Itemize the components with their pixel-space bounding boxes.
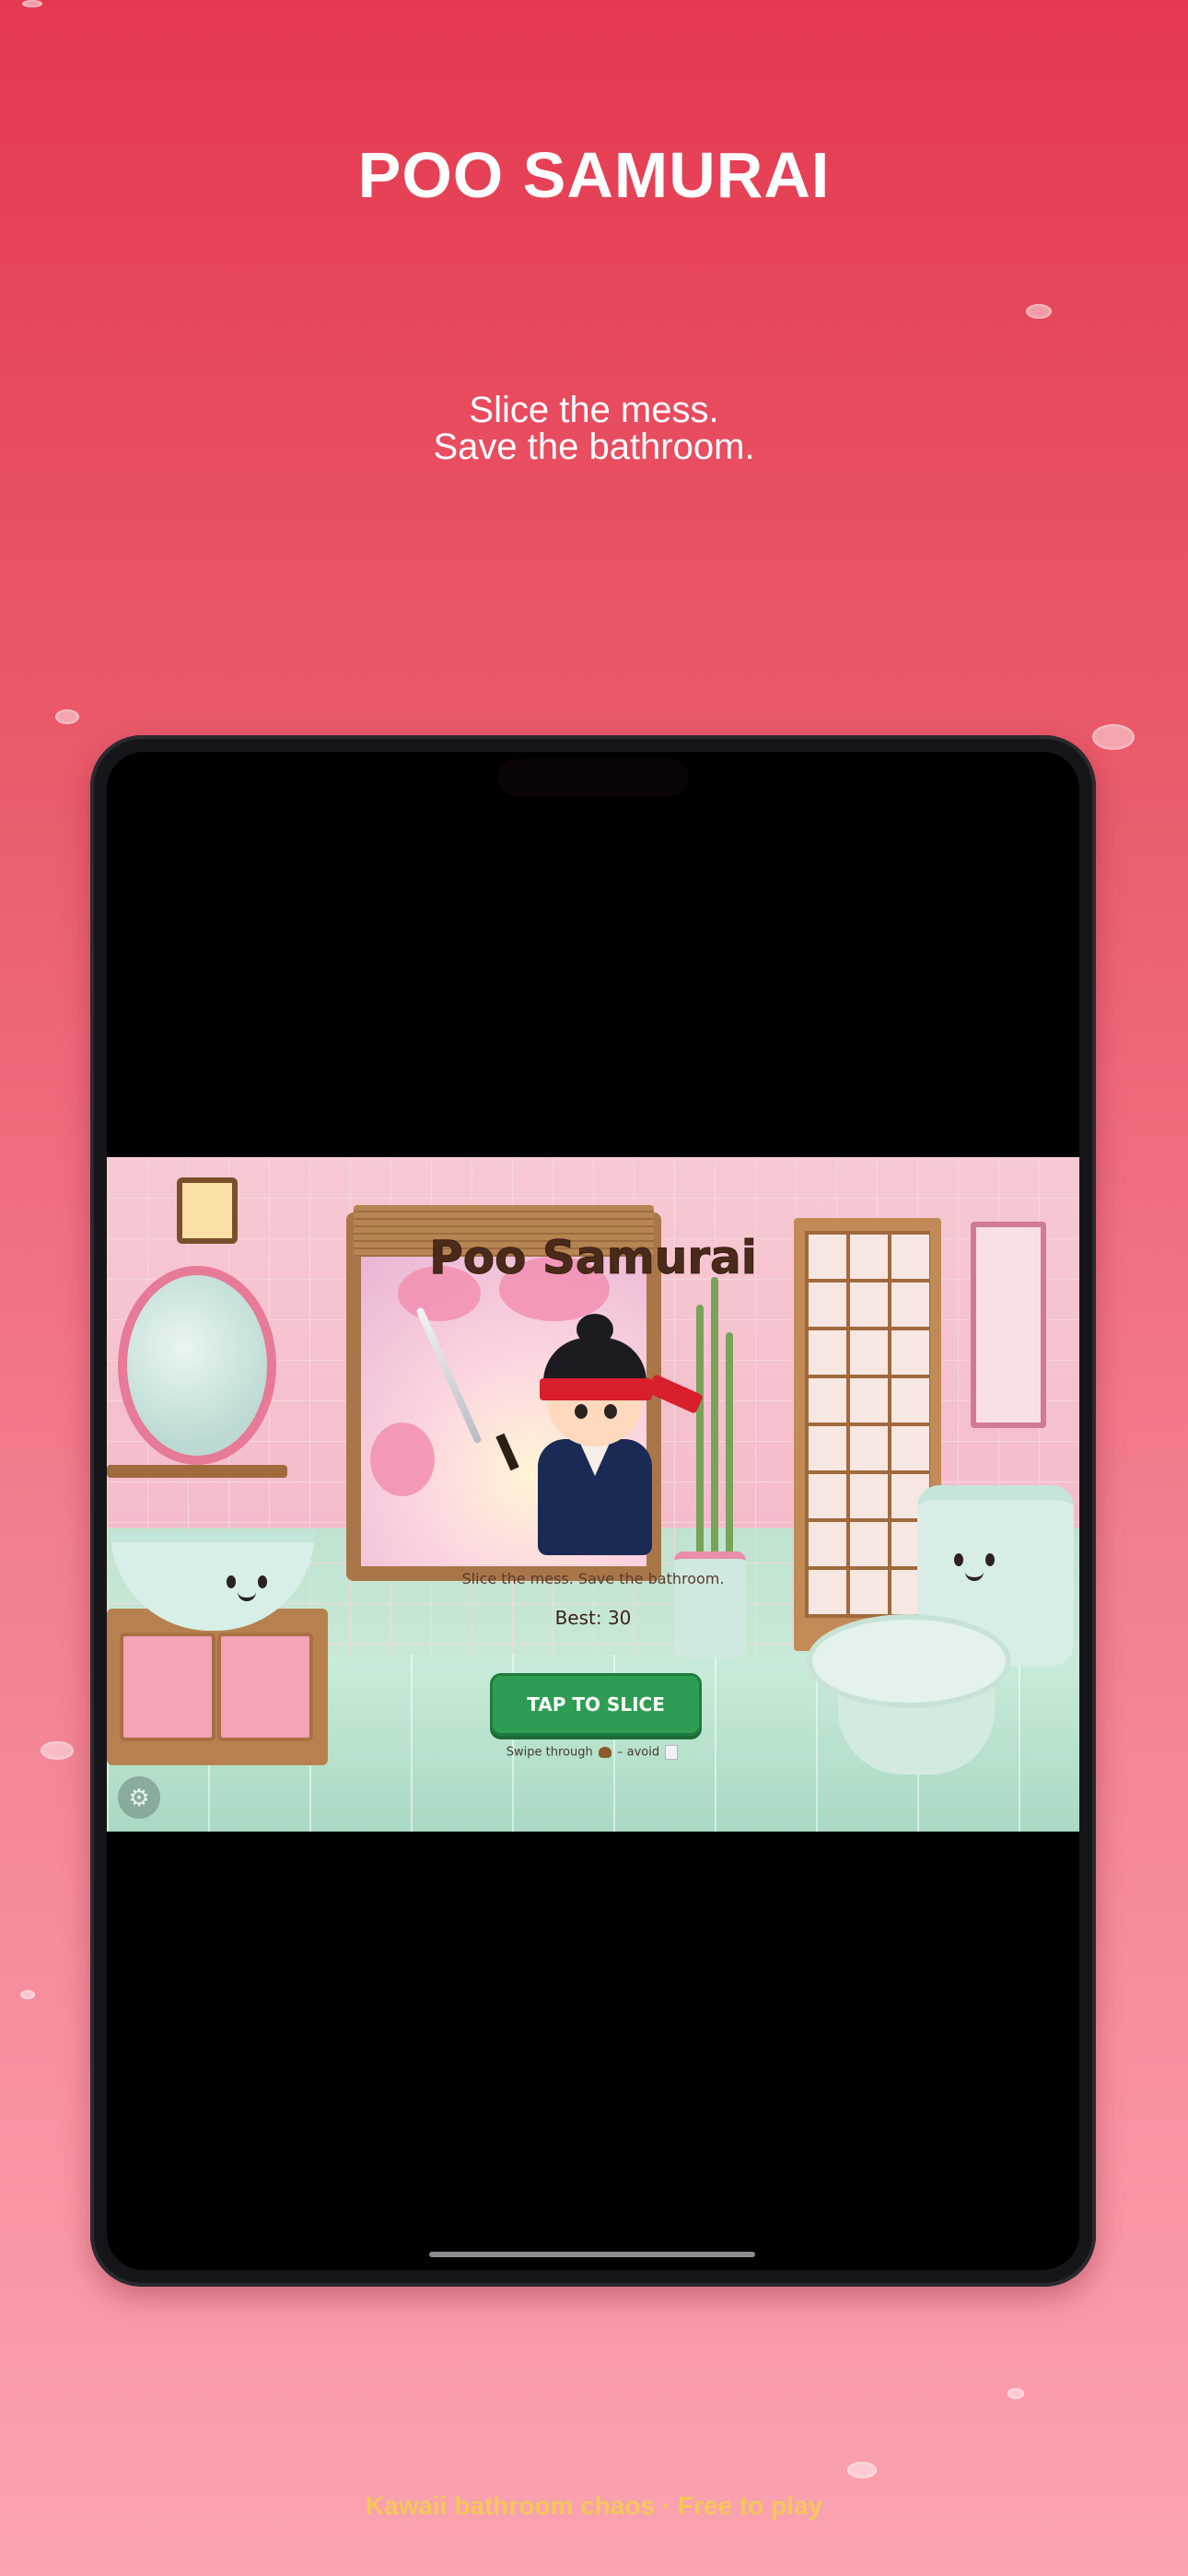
game-title: Poo Samurai — [429, 1231, 758, 1285]
bubble-decoration — [847, 2462, 877, 2478]
footer-tagline: Kawaii bathroom chaos · Free to play — [365, 2491, 823, 2520]
samurai-headband — [540, 1378, 652, 1400]
cabinet-door-left — [120, 1633, 215, 1741]
bubble-decoration — [20, 1990, 35, 1999]
shelf — [107, 1465, 287, 1478]
device-screen: Poo Samurai Slice the mess. Save the bat… — [107, 752, 1079, 2270]
promo-subtitle-line2: Save the bathroom. — [433, 427, 755, 467]
hint-middle: – avoid — [617, 1745, 660, 1760]
bubble-decoration — [1026, 304, 1052, 319]
bubble-decoration — [41, 1741, 74, 1760]
device-frame: Poo Samurai Slice the mess. Save the bat… — [90, 735, 1096, 2287]
best-score: Best: 30 — [554, 1607, 632, 1629]
hint-prefix: Swipe through — [506, 1745, 593, 1760]
poo-icon — [598, 1747, 611, 1758]
bamboo-stalk — [726, 1332, 733, 1563]
home-indicator[interactable] — [429, 2252, 755, 2257]
bamboo-stalk — [696, 1305, 704, 1563]
game-scene[interactable]: Poo Samurai Slice the mess. Save the bat… — [107, 1157, 1079, 1832]
bubble-decoration — [1092, 724, 1135, 750]
promo-subtitle: Slice the mess. Save the bathroom. — [0, 392, 1188, 465]
bubble-decoration — [55, 709, 79, 724]
dynamic-island — [497, 759, 689, 796]
bubble-decoration — [22, 0, 42, 7]
game-subtitle: Slice the mess. Save the bathroom. — [461, 1570, 725, 1587]
tap-to-slice-button[interactable]: TAP TO SLICE — [490, 1673, 702, 1736]
bamboo-pot — [674, 1551, 746, 1658]
bamboo-stalk — [711, 1277, 718, 1563]
gear-icon: ⚙ — [128, 1783, 150, 1811]
cabinet-door-right — [217, 1633, 313, 1741]
mirror — [118, 1266, 276, 1465]
bubble-decoration — [1007, 2388, 1024, 2399]
swipe-hint: Swipe through – avoid — [107, 1745, 1079, 1760]
door-panels — [805, 1231, 930, 1618]
promo-title: POO SAMURAI — [357, 139, 831, 211]
settings-button[interactable]: ⚙ — [118, 1776, 160, 1819]
toilet-paper-icon — [665, 1745, 679, 1760]
promo-subtitle-line1: Slice the mess. — [469, 390, 719, 430]
